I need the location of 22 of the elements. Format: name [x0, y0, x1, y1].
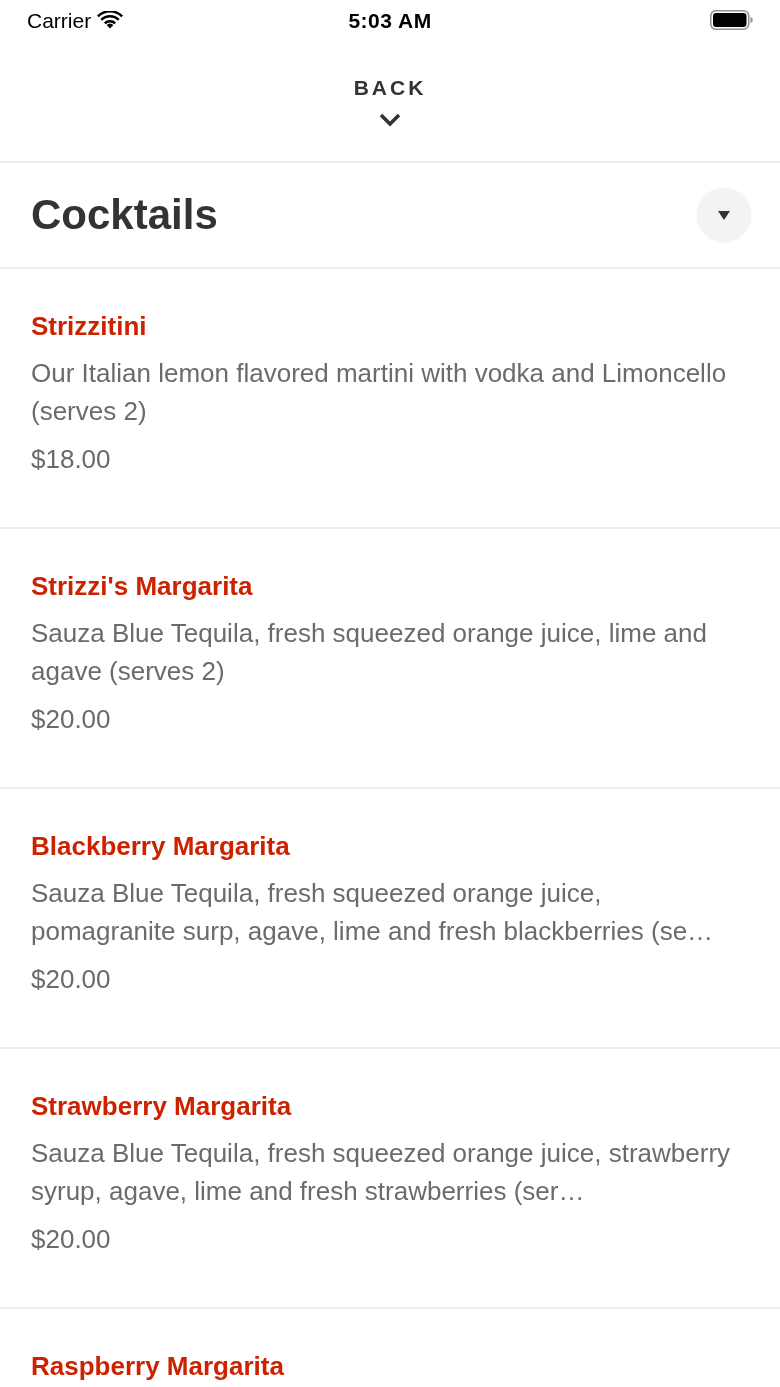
section-title: Cocktails [31, 190, 218, 240]
item-description: Our Italian lemon flavored martini with vodka and Limoncello (serves 2) [31, 357, 728, 428]
item-price: $20.00 [31, 703, 112, 736]
back-button[interactable]: BACK [353, 73, 427, 127]
carrier-label: Carrier [27, 9, 92, 31]
dropdown-button[interactable] [697, 188, 751, 242]
item-name[interactable]: Raspberry Margarita [31, 1350, 750, 1382]
status-time: 5:03 AM [348, 9, 432, 31]
item-price: $18.00 [31, 443, 112, 476]
battery-icon [710, 10, 753, 30]
item-price: $20.00 [31, 1223, 112, 1256]
wifi-icon [97, 10, 124, 30]
item-description: Sauza Blue Tequila, fresh squeezed orange juice, strawberry syrup, agave, lime and fresh strawberries (ser… [31, 1137, 732, 1208]
item-description: Sauza Blue Tequila, fresh squeezed orange juice, lime and agave (serves 2) [31, 617, 708, 688]
item-name[interactable]: Strizzitini [31, 310, 750, 342]
item-name[interactable]: Strawberry Margarita [31, 1090, 750, 1122]
item-name[interactable]: Strizzi's Margarita [31, 570, 750, 602]
item-price: $20.00 [31, 963, 112, 996]
item-description: Sauza Blue Tequila, fresh squeezed orange juice, pomagranite surp, agave, lime and fresh blackberries (se… [31, 877, 715, 948]
caret-down-icon [718, 210, 730, 220]
chevron-down-icon [379, 113, 401, 127]
item-name[interactable]: Blackberry Margarita [31, 830, 750, 862]
